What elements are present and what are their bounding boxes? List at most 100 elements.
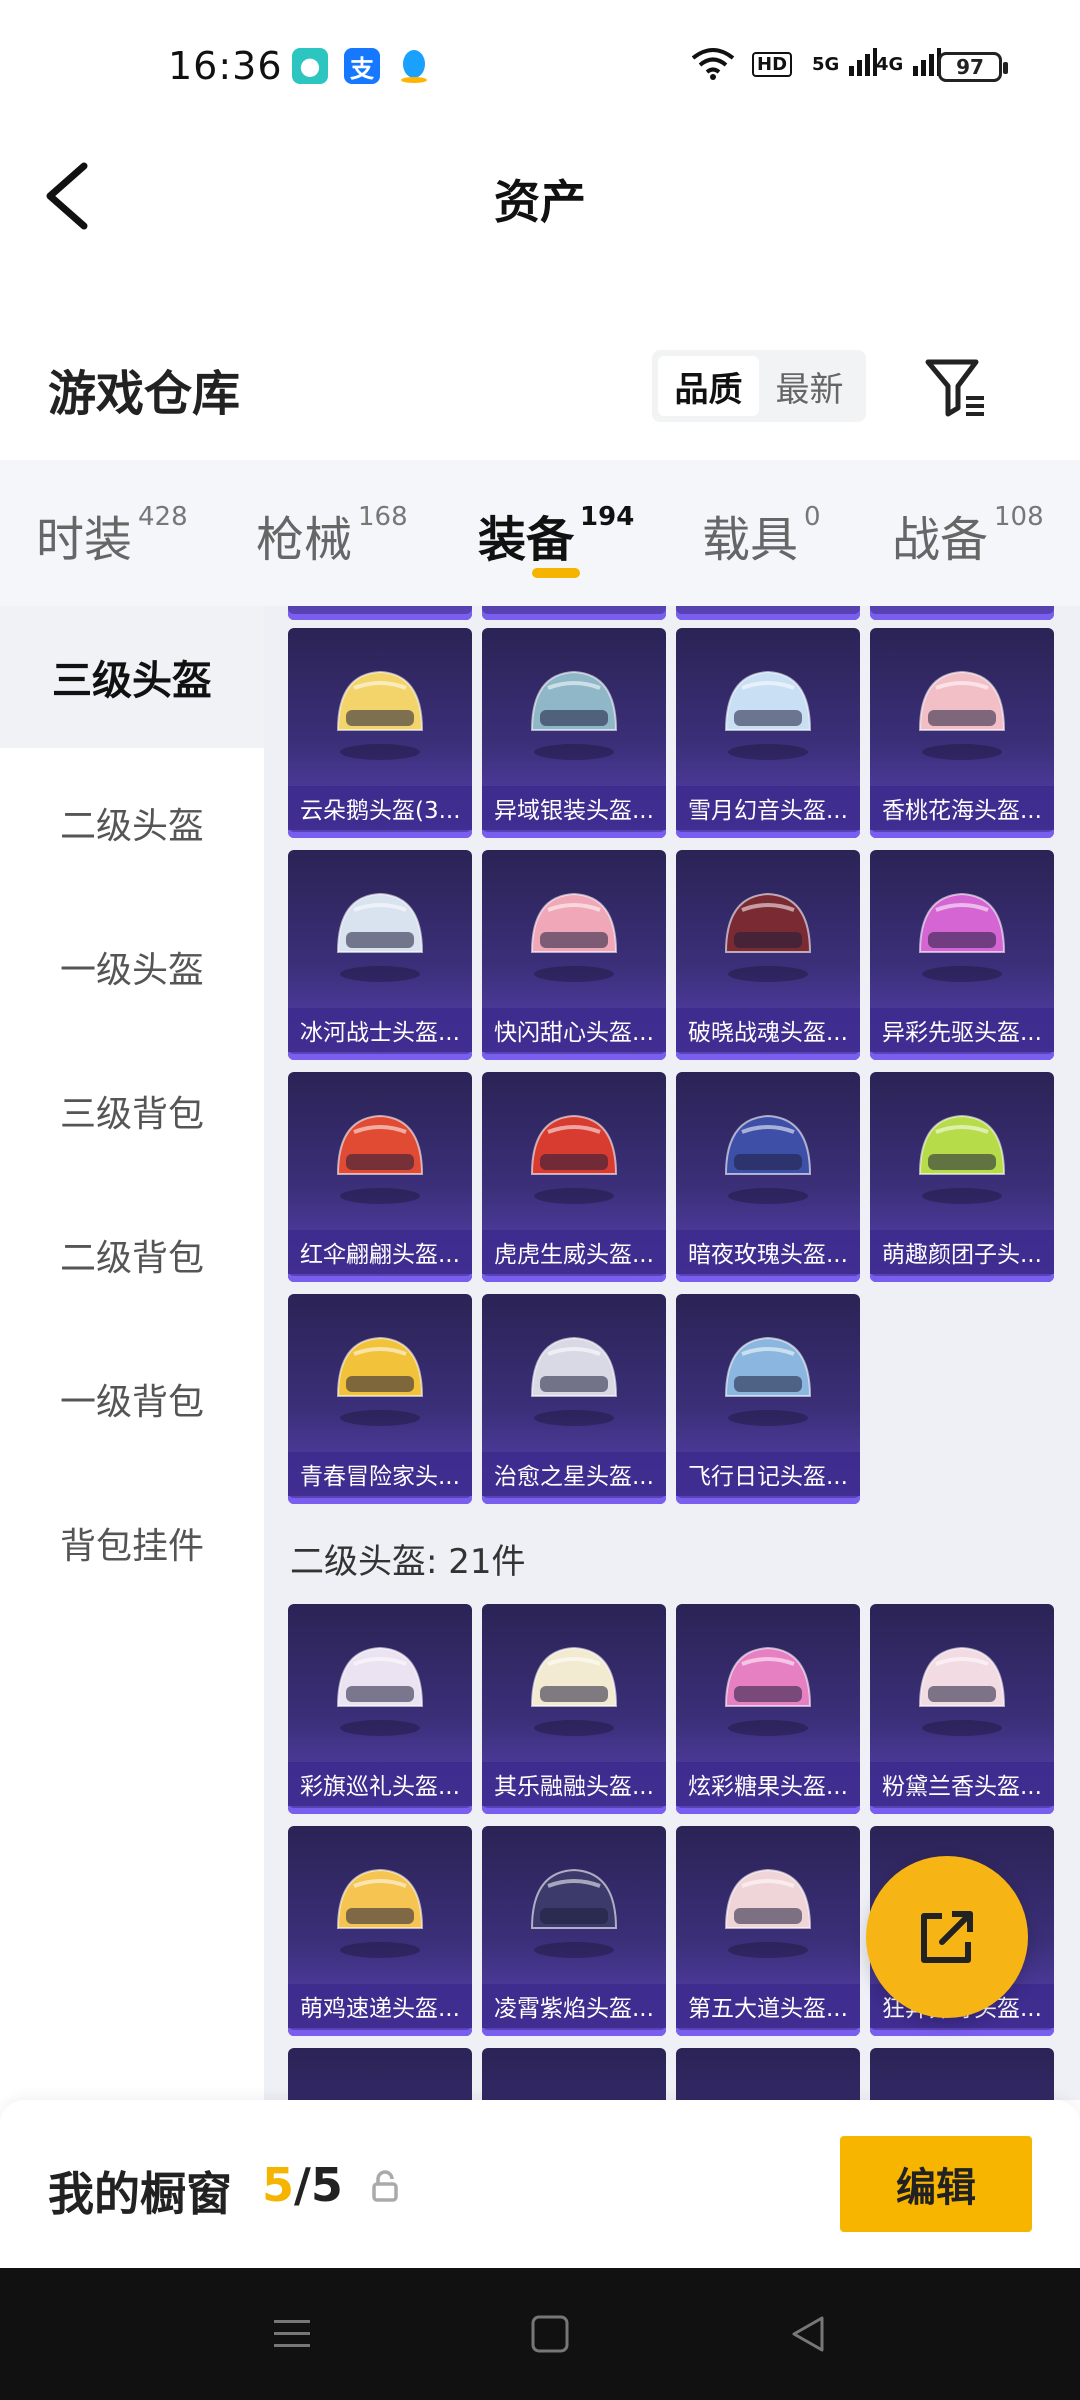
sidebar-item-backpack-charm[interactable]: 背包挂件 xyxy=(0,1472,264,1614)
helmet-icon xyxy=(724,1114,812,1204)
item-name: 青春冒险家头... xyxy=(288,1452,472,1496)
back-triangle-icon[interactable] xyxy=(786,2312,830,2356)
sort-latest-button[interactable]: 最新 xyxy=(759,356,860,416)
item-name: 凌霄紫焰头盔... xyxy=(482,1984,666,2028)
item-name: 虎虎生威头盔... xyxy=(482,1230,666,1274)
sidebar-item-backpack-l1[interactable]: 一级背包 xyxy=(0,1328,264,1470)
tab-label: 载具 xyxy=(702,512,799,568)
battery-level: 97 xyxy=(956,55,984,79)
helmet-icon xyxy=(918,892,1006,982)
item-card-partial[interactable] xyxy=(482,2048,666,2100)
helmet-icon xyxy=(530,1868,618,1958)
status-bar: 16:36 ● 支 HD 5G 4G 97 xyxy=(0,0,1080,136)
sort-quality-button[interactable]: 品质 xyxy=(658,356,759,416)
page-title: 资产 xyxy=(494,175,586,229)
item-card[interactable]: 炫彩糖果头盔... xyxy=(676,1604,860,1814)
helmet-icon xyxy=(530,892,618,982)
item-card-partial[interactable] xyxy=(288,606,472,620)
helmet-icon xyxy=(530,1114,618,1204)
tab-count: 194 xyxy=(580,502,635,532)
sidebar-item-helmet-l2[interactable]: 二级头盔 xyxy=(0,752,264,894)
tab-fashion[interactable]: 时装 428 xyxy=(36,500,188,570)
helmet-icon xyxy=(724,892,812,982)
item-card-partial[interactable] xyxy=(288,2048,472,2100)
item-card[interactable]: 治愈之星头盔... xyxy=(482,1294,666,1504)
warehouse-title: 游戏仓库 xyxy=(48,366,241,422)
helmet-icon xyxy=(336,670,424,760)
item-card[interactable]: 粉黛兰香头盔... xyxy=(870,1604,1054,1814)
item-card[interactable]: 冰河战士头盔... xyxy=(288,850,472,1060)
item-card-partial[interactable] xyxy=(870,606,1054,620)
item-card[interactable]: 异彩先驱头盔... xyxy=(870,850,1054,1060)
helmet-icon xyxy=(724,1868,812,1958)
item-card-partial[interactable] xyxy=(676,606,860,620)
item-name: 其乐融融头盔... xyxy=(482,1762,666,1806)
sidebar-item-backpack-l2[interactable]: 二级背包 xyxy=(0,1184,264,1326)
item-card[interactable]: 萌鸡速递头盔... xyxy=(288,1826,472,2036)
helmet-icon xyxy=(918,1646,1006,1736)
lock-icon xyxy=(370,2170,400,2202)
tab-vehicles[interactable]: 载具 0 xyxy=(702,500,821,570)
item-card[interactable]: 青春冒险家头... xyxy=(288,1294,472,1504)
item-name: 飞行日记头盔... xyxy=(676,1452,860,1496)
item-name: 冰河战士头盔... xyxy=(288,1008,472,1052)
item-card[interactable]: 红伞翩翩头盔... xyxy=(288,1072,472,1282)
sidebar: 三级头盔 二级头盔 一级头盔 三级背包 二级背包 一级背包 背包挂件 xyxy=(0,606,264,2100)
item-card[interactable]: 飞行日记头盔... xyxy=(676,1294,860,1504)
showcase-total: /5 xyxy=(294,2158,343,2212)
signal-4g-label: 4G xyxy=(876,54,904,75)
helmet-icon xyxy=(336,1114,424,1204)
item-card-partial[interactable] xyxy=(676,2048,860,2100)
item-card[interactable]: 虎虎生威头盔... xyxy=(482,1072,666,1282)
item-card-partial[interactable] xyxy=(870,2048,1054,2100)
chat-app-icon: ● xyxy=(292,48,328,84)
item-card[interactable]: 彩旗巡礼头盔... xyxy=(288,1604,472,1814)
item-card[interactable]: 快闪甜心头盔... xyxy=(482,850,666,1060)
sort-toggle: 品质 最新 xyxy=(652,350,866,422)
filter-icon xyxy=(925,359,984,417)
item-name: 快闪甜心头盔... xyxy=(482,1008,666,1052)
tab-count: 168 xyxy=(358,502,408,532)
item-name: 萌鸡速递头盔... xyxy=(288,1984,472,2028)
status-time: 16:36 xyxy=(168,44,283,88)
share-button[interactable] xyxy=(866,1856,1028,2018)
item-card[interactable]: 其乐融融头盔... xyxy=(482,1604,666,1814)
item-card[interactable]: 凌霄紫焰头盔... xyxy=(482,1826,666,2036)
tab-gear[interactable]: 战备 108 xyxy=(892,500,1044,570)
tab-equipment[interactable]: 装备 194 xyxy=(478,500,634,570)
item-card[interactable]: 香桃花海头盔... xyxy=(870,628,1054,838)
home-icon[interactable] xyxy=(528,2312,572,2356)
helmet-icon xyxy=(530,670,618,760)
system-nav-bar xyxy=(0,2268,1080,2400)
sidebar-item-backpack-l3[interactable]: 三级背包 xyxy=(0,1040,264,1182)
qq-icon xyxy=(396,48,432,84)
item-name: 云朵鹅头盔(3... xyxy=(288,786,472,830)
sidebar-item-helmet-l1[interactable]: 一级头盔 xyxy=(0,896,264,1038)
section-title-helmet-l2: 二级头盔: 21件 xyxy=(290,1542,526,1582)
item-card[interactable]: 萌趣颜团子头... xyxy=(870,1072,1054,1282)
tab-count: 108 xyxy=(994,502,1044,532)
item-name: 红伞翩翩头盔... xyxy=(288,1230,472,1274)
edit-button[interactable]: 编辑 xyxy=(840,2136,1032,2232)
item-card[interactable]: 异域银装头盔... xyxy=(482,628,666,838)
item-card-partial[interactable] xyxy=(482,606,666,620)
tab-weapons[interactable]: 枪械 168 xyxy=(256,500,408,570)
item-name: 破晓战魂头盔... xyxy=(676,1008,860,1052)
helmet-icon xyxy=(336,1868,424,1958)
tab-label: 时装 xyxy=(36,512,133,568)
item-card[interactable]: 暗夜玫瑰头盔... xyxy=(676,1072,860,1282)
tab-label: 战备 xyxy=(892,512,989,568)
item-card[interactable]: 雪月幻音头盔... xyxy=(676,628,860,838)
menu-icon[interactable] xyxy=(270,2312,314,2356)
item-card[interactable]: 云朵鹅头盔(3... xyxy=(288,628,472,838)
sidebar-item-helmet-l3[interactable]: 三级头盔 xyxy=(0,606,264,748)
tab-count: 0 xyxy=(804,502,821,532)
filter-button[interactable] xyxy=(920,352,990,422)
item-card[interactable]: 破晓战魂头盔... xyxy=(676,850,860,1060)
item-name: 治愈之星头盔... xyxy=(482,1452,666,1496)
item-card[interactable]: 第五大道头盔... xyxy=(676,1826,860,2036)
share-icon xyxy=(921,1911,973,1963)
item-name: 异彩先驱头盔... xyxy=(870,1008,1054,1052)
tab-count: 428 xyxy=(138,502,188,532)
active-tab-indicator xyxy=(532,568,580,578)
